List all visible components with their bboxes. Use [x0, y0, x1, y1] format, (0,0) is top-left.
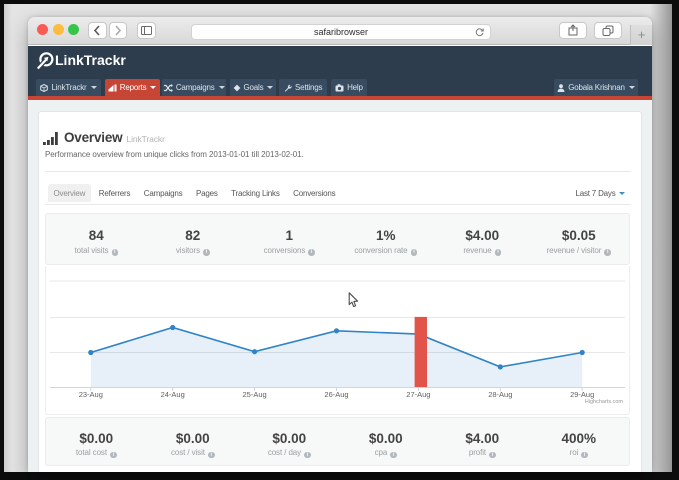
svg-text:Highcharts.com: Highcharts.com	[585, 399, 624, 405]
svg-text:28-Aug: 28-Aug	[488, 390, 512, 399]
svg-text:26-Aug: 26-Aug	[324, 390, 348, 399]
svg-text:27-Aug: 27-Aug	[406, 390, 430, 399]
svg-text:25-Aug: 25-Aug	[243, 390, 267, 399]
svg-text:23-Aug: 23-Aug	[79, 390, 103, 399]
svg-text:29-Aug: 29-Aug	[570, 390, 594, 399]
svg-text:24-Aug: 24-Aug	[161, 390, 185, 399]
